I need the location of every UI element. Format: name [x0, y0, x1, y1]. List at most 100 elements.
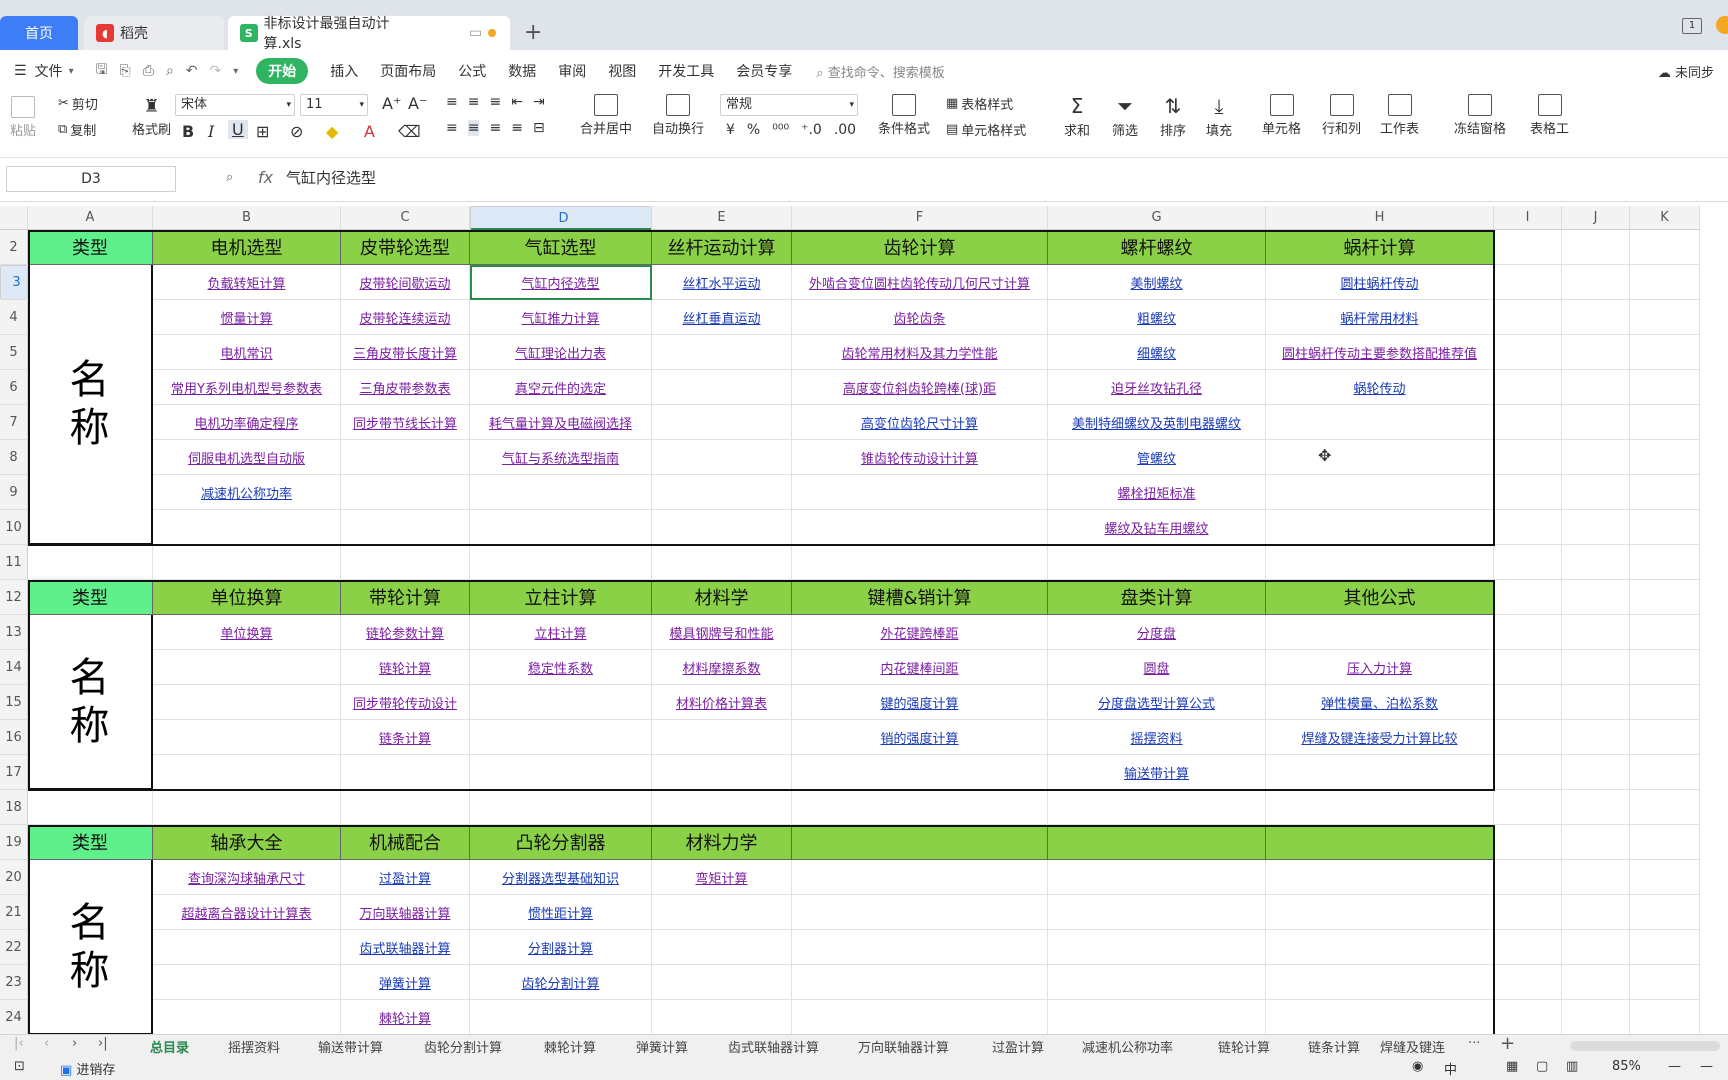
search-command[interactable]: ⌕ 查找命令、搜索模板 — [816, 62, 944, 81]
cut-button[interactable]: ✂ 剪切 — [58, 94, 98, 113]
grid-cell[interactable] — [1562, 545, 1630, 580]
bold-icon[interactable]: B — [182, 122, 194, 141]
grid-cell[interactable] — [792, 475, 1048, 510]
link-cell[interactable]: 常用Y系列电机型号参数表 — [153, 370, 341, 405]
link-cell[interactable]: 螺纹及钻车用螺纹 — [1048, 510, 1266, 545]
macro-icon[interactable]: ⊡ — [14, 1059, 25, 1074]
section-header-cell[interactable] — [1048, 825, 1266, 860]
select-all-corner[interactable] — [0, 206, 28, 230]
row-header-2[interactable]: 2 — [0, 230, 28, 265]
column-header-b[interactable]: B — [153, 206, 341, 230]
link-cell[interactable]: 分割器计算 — [470, 930, 652, 965]
grid-cell[interactable] — [1494, 335, 1562, 370]
sheet-tab[interactable]: 摇摆资料 — [228, 1037, 280, 1056]
link-cell[interactable]: 弹簧计算 — [341, 965, 470, 1000]
redo-icon[interactable]: ↷ — [210, 63, 222, 79]
grid-cell[interactable] — [1494, 720, 1562, 755]
section-header-cell[interactable]: 带轮计算 — [341, 580, 470, 615]
table-tools-button[interactable]: 表格工 — [1530, 94, 1569, 137]
column-header-e[interactable]: E — [652, 206, 792, 230]
link-cell[interactable]: 美制螺纹 — [1048, 265, 1266, 300]
hyperlink[interactable]: 三角皮带长度计算 — [353, 343, 457, 362]
link-cell[interactable]: 细螺纹 — [1048, 335, 1266, 370]
link-cell[interactable]: 伺服电机选型自动版 — [153, 440, 341, 475]
grid-cell[interactable] — [1266, 965, 1494, 1000]
grid-cell[interactable] — [792, 510, 1048, 545]
link-cell[interactable]: 皮带轮连续运动 — [341, 300, 470, 335]
grid-cell[interactable] — [1562, 720, 1630, 755]
link-cell[interactable]: 链轮计算 — [341, 650, 470, 685]
grid-cell[interactable] — [1494, 755, 1562, 790]
border-icon[interactable]: ⊞ — [256, 122, 269, 141]
grid-cell[interactable] — [1494, 615, 1562, 650]
grid-cell[interactable] — [1494, 265, 1562, 300]
hyperlink[interactable]: 单位换算 — [220, 623, 272, 642]
link-cell[interactable]: 齿式联轴器计算 — [341, 930, 470, 965]
name-box[interactable]: D3 — [6, 166, 176, 192]
decrease-decimal-icon[interactable]: .00 — [834, 122, 856, 138]
grid-cell[interactable] — [1494, 545, 1562, 580]
grid-cell[interactable] — [1630, 895, 1700, 930]
row-header-21[interactable]: 21 — [0, 895, 28, 930]
link-cell[interactable]: 锥齿轮传动设计计算 — [792, 440, 1048, 475]
save-icon[interactable]: 🖫 — [96, 59, 108, 83]
hyperlink[interactable]: 模具钢牌号和性能 — [669, 623, 773, 642]
sheet-tab[interactable]: 总目录 — [150, 1037, 190, 1058]
grid-cell[interactable] — [470, 545, 652, 580]
increase-decimal-icon[interactable]: ⁺.0 — [801, 122, 822, 138]
menu-member[interactable]: 会员专享 — [736, 61, 792, 81]
copy-button[interactable]: ⧉ 复制 — [58, 120, 96, 139]
grid-cell[interactable] — [1630, 685, 1700, 720]
grid-cell[interactable] — [1494, 580, 1562, 615]
hyperlink[interactable]: 高变位齿轮尺寸计算 — [861, 413, 978, 432]
column-header-g[interactable]: G — [1048, 206, 1266, 230]
hyperlink[interactable]: 同步带轮传动设计 — [353, 693, 457, 712]
paste-button[interactable]: 粘贴 — [10, 96, 36, 139]
hyperlink[interactable]: 材料摩擦系数 — [682, 658, 760, 677]
menu-insert[interactable]: 插入 — [330, 61, 358, 81]
section-header-cell[interactable] — [792, 825, 1048, 860]
grid-cell[interactable] — [28, 545, 153, 580]
print-icon[interactable]: ⎙ — [143, 63, 154, 79]
grid-cell[interactable] — [1266, 405, 1494, 440]
menu-formula[interactable]: 公式 — [458, 61, 486, 81]
grid-cell[interactable] — [1562, 965, 1630, 1000]
grid-cell[interactable] — [153, 685, 341, 720]
hyperlink[interactable]: 外啮合变位圆柱齿轮传动几何尺寸计算 — [809, 273, 1030, 292]
grid-cell[interactable] — [1630, 580, 1700, 615]
number-tools[interactable]: ¥% ⁰⁰⁰ ⁺.0 .00 — [726, 122, 856, 138]
freeze-button[interactable]: 冻结窗格 — [1454, 94, 1506, 137]
row-header-14[interactable]: 14 — [0, 650, 28, 685]
font-grow-icon[interactable]: A⁺ — [382, 94, 401, 113]
hyperlink[interactable]: 锥齿轮传动设计计算 — [861, 448, 978, 467]
justify-icon[interactable]: ≡ — [511, 120, 523, 136]
link-cell[interactable]: 三角皮带长度计算 — [341, 335, 470, 370]
grid-cell[interactable] — [1630, 300, 1700, 335]
grid-cell[interactable] — [1562, 300, 1630, 335]
grid-cell[interactable] — [470, 755, 652, 790]
menu-review[interactable]: 审阅 — [558, 61, 586, 81]
section-header-cell[interactable]: 材料力学 — [652, 825, 792, 860]
link-cell[interactable]: 齿轮常用材料及其力学性能 — [792, 335, 1048, 370]
grid-cell[interactable] — [1630, 440, 1700, 475]
row-header-24[interactable]: 24 — [0, 1000, 28, 1034]
number-format-select[interactable]: 常规 ▾ — [720, 94, 858, 116]
font-name-select[interactable]: 宋体 ▾ — [175, 94, 295, 116]
filter-button[interactable]: ⏷ 筛选 — [1112, 94, 1138, 139]
grid-cell[interactable] — [1048, 1000, 1266, 1034]
hyperlink[interactable]: 惯性距计算 — [528, 903, 593, 922]
eye-icon[interactable]: ◉ — [1412, 1059, 1423, 1074]
hyperlink[interactable]: 弯矩计算 — [695, 868, 747, 887]
link-cell[interactable]: 美制特细螺纹及英制电器螺纹 — [1048, 405, 1266, 440]
link-cell[interactable]: 棘轮计算 — [341, 1000, 470, 1034]
grid-cell[interactable] — [470, 790, 652, 825]
section-header-cell[interactable]: 齿轮计算 — [792, 230, 1048, 265]
grid-cell[interactable] — [652, 440, 792, 475]
currency-icon[interactable]: ¥ — [726, 122, 735, 138]
hyperlink[interactable]: 圆柱蜗杆传动 — [1340, 273, 1418, 292]
row-header-19[interactable]: 19 — [0, 825, 28, 860]
column-header-a[interactable]: A — [28, 206, 153, 230]
link-cell[interactable]: 惯量计算 — [153, 300, 341, 335]
column-header-i[interactable]: I — [1494, 206, 1562, 230]
tab-home[interactable]: 首页 — [0, 16, 78, 50]
